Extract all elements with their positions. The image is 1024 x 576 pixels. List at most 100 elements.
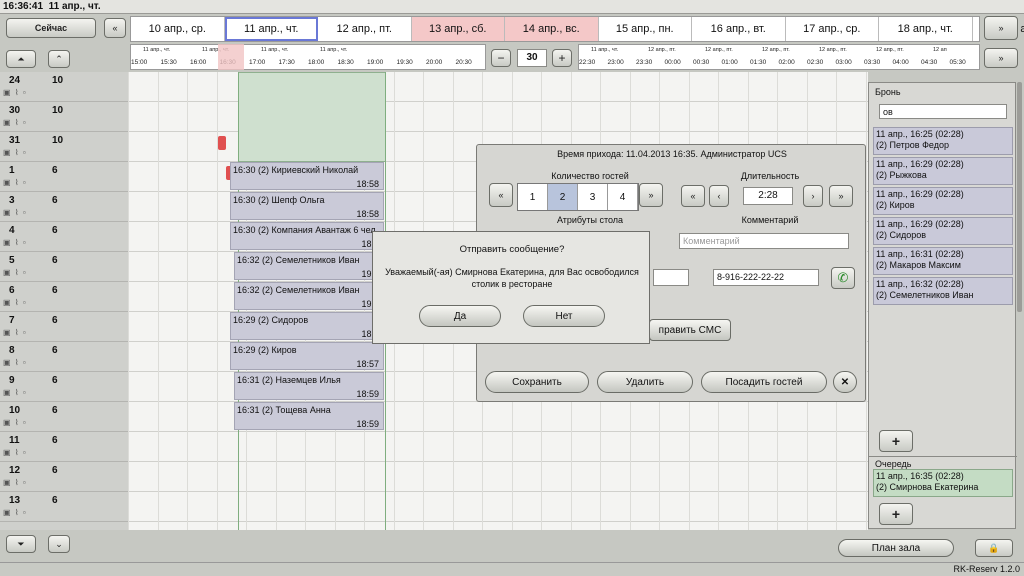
booking-time: 11 апр., 16:32 (02:28) [876,279,964,289]
reservation-block[interactable]: 16:31 (2) Наземцев Илья 18:59 [234,372,384,400]
table-icons: ▣ ⌇ ▫ [3,298,27,307]
duration-back-button[interactable]: ‹ [709,185,729,207]
date-cell[interactable]: 13 апр., сб. [411,17,505,41]
table-row[interactable]: 8 6 ▣ ⌇ ▫ [0,342,128,372]
date-cell[interactable]: 18 апр., чт. [879,17,973,41]
date-cell[interactable]: 14 апр., вс. [505,17,599,41]
scroll-bottom-button[interactable]: ⏷ [6,535,36,553]
grid-row[interactable] [128,492,868,522]
table-row[interactable]: 7 6 ▣ ⌇ ▫ [0,312,128,342]
save-button[interactable]: Сохранить [485,371,589,393]
table-row[interactable]: 12 6 ▣ ⌇ ▫ [0,462,128,492]
booking-item[interactable]: 11 апр., 16:31 (02:28) (2) Макаров Максим [873,247,1013,275]
table-row[interactable]: 13 6 ▣ ⌇ ▫ [0,492,128,522]
scroll-top-button[interactable]: ⏶ [6,50,36,68]
table-icons: ▣ ⌇ ▫ [3,238,27,247]
clock-bar: 16:36:41 11 апр., чт. [0,0,1024,14]
prev-day-button[interactable]: « [104,18,126,38]
comment-input[interactable]: Комментарий [679,233,849,249]
table-row[interactable]: 10 6 ▣ ⌇ ▫ [0,402,128,432]
delete-button[interactable]: Удалить [597,371,693,393]
zoom-out-button[interactable]: − [491,49,511,67]
scrollbar[interactable] [1017,82,1022,312]
table-row[interactable]: 9 6 ▣ ⌇ ▫ [0,372,128,402]
reservation-block[interactable]: 16:32 (2) Семелетников Иван 19:0 [234,252,384,280]
scroll-up-button[interactable]: ⌃ [48,50,70,68]
zoom-value[interactable]: 30 [517,49,547,67]
confirm-text: Уважаемый(-ая) Смирнова Екатерина, для В… [385,267,639,289]
date-cell[interactable]: 10 апр., ср. [131,17,225,41]
timeline-day-label: 12 апр., пт. [762,47,790,53]
scroll-down-button[interactable]: ⌄ [48,535,70,553]
send-sms-button[interactable]: править СМС [649,319,731,341]
timeline-day-label: 12 апр., пт. [819,47,847,53]
table-row[interactable]: 31 10 ▣ ⌇ ▫ [0,132,128,162]
table-row[interactable]: 30 10 ▣ ⌇ ▫ [0,102,128,132]
lock-button[interactable]: 🔒 [975,539,1013,557]
booking-time: 11 апр., 16:29 (02:28) [876,159,964,169]
booking-item[interactable]: 11 апр., 16:29 (02:28) (2) Сидоров [873,217,1013,245]
reservation-block[interactable]: 16:29 (2) Сидоров 18:5 [230,312,384,340]
table-icons: ▣ ⌇ ▫ [3,268,27,277]
table-row[interactable]: 3 6 ▣ ⌇ ▫ [0,192,128,222]
duration-fast-back-button[interactable]: « [681,185,705,207]
grid-row[interactable] [128,432,868,462]
guests-option[interactable]: 3 [578,184,608,210]
name-input[interactable] [653,269,689,286]
guests-option-selected[interactable]: 2 [548,184,578,210]
reservation-block[interactable]: 16:30 (2) Кириевский Николай 18:58 [230,162,384,190]
yes-button[interactable]: Да [419,305,501,327]
timeline-day-label: 12 апр., пт. [876,47,904,53]
date-cell[interactable]: 17 апр., ср. [786,17,879,41]
grid-row[interactable] [128,462,868,492]
timeline-time-label: 01:00 [721,59,738,66]
duration-fast-forward-button[interactable]: » [829,185,853,207]
duration-field[interactable]: 2:28 [743,187,793,205]
table-row[interactable]: 5 6 ▣ ⌇ ▫ [0,252,128,282]
table-row[interactable]: 1 6 ▣ ⌇ ▫ [0,162,128,192]
now-button[interactable]: Сейчас [6,18,96,38]
booking-item[interactable]: 11 апр., 16:25 (02:28) (2) Петров Федор [873,127,1013,155]
double-chevron-up-icon: ⏶ [17,53,25,64]
table-row[interactable]: 4 6 ▣ ⌇ ▫ [0,222,128,252]
date-cell[interactable]: 15 апр., пн. [599,17,692,41]
table-number: 31 [9,135,21,146]
table-number: 13 [9,495,21,506]
add-booking-button[interactable]: + [879,430,913,452]
timeline-time-label: 19:00 [367,59,384,66]
timeline-next-button[interactable]: » [984,48,1018,68]
next-day-button[interactable]: » [984,16,1018,40]
status-bar: RK-Reserv 1.2.0 [0,562,1024,576]
timeline-time-label: 16:00 [190,59,207,66]
reservation-block[interactable]: 16:30 (2) Компания Авантаж 6 чел 18:5 [230,222,384,250]
guests-option[interactable]: 1 [518,184,548,210]
hall-plan-button[interactable]: План зала [838,539,954,557]
call-button[interactable]: ✆ [831,267,855,289]
booking-name: (2) Киров [876,200,915,210]
queue-item[interactable]: 11 апр., 16:35 (02:28) (2) Смирнова Екате… [873,469,1013,497]
reservation-block[interactable]: 16:31 (2) Тощева Анна 18:59 [234,402,384,430]
seat-guests-button[interactable]: Посадить гостей [701,371,827,393]
booking-item[interactable]: 11 апр., 16:32 (02:28) (2) Семелетников И… [873,277,1013,305]
table-row[interactable]: 24 10 ▣ ⌇ ▫ [0,72,128,102]
close-button[interactable]: ✕ [833,371,857,393]
reservation-block[interactable]: 16:30 (2) Шепф Ольга 18:58 [230,192,384,220]
table-row[interactable]: 6 6 ▣ ⌇ ▫ [0,282,128,312]
reservation-block[interactable]: 16:32 (2) Семелетников Иван 19:0 [234,282,384,310]
zoom-in-button[interactable]: + [552,49,572,67]
duration-forward-button[interactable]: › [803,185,823,207]
booking-item[interactable]: 11 апр., 16:29 (02:28) (2) Рыжкова [873,157,1013,185]
no-button[interactable]: Нет [523,305,605,327]
date-cell[interactable]: 16 апр., вт. [692,17,786,41]
table-row[interactable]: 11 6 ▣ ⌇ ▫ [0,432,128,462]
guests-next-button[interactable]: » [639,183,663,207]
search-input[interactable]: ов [879,104,1007,119]
reservation-block[interactable]: 16:29 (2) Киров 18:57 [230,342,384,370]
guests-option[interactable]: 4 [608,184,638,210]
date-cell[interactable]: 11 апр., чт. [224,17,318,41]
booking-item[interactable]: 11 апр., 16:29 (02:28) (2) Киров [873,187,1013,215]
phone-input[interactable]: 8-916-222-22-22 [713,269,819,286]
guests-prev-button[interactable]: « [489,183,513,207]
date-cell[interactable]: 12 апр., пт. [318,17,412,41]
add-queue-button[interactable]: + [879,503,913,525]
